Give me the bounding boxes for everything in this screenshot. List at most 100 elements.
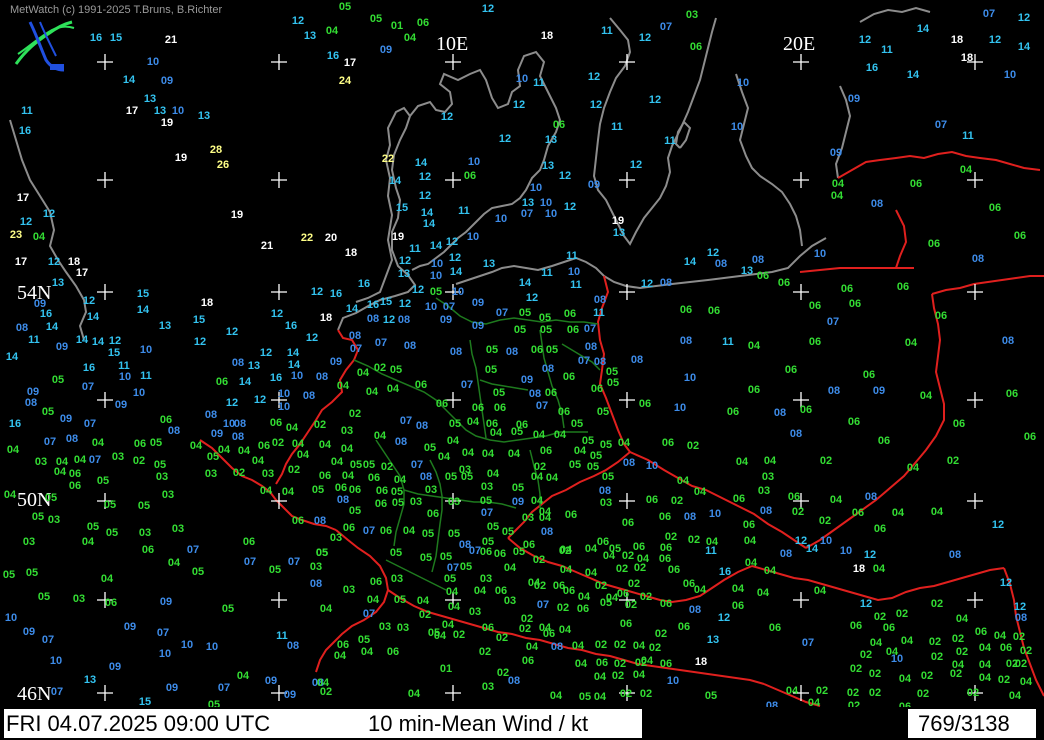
station-wind-value[interactable]: 02 (687, 440, 699, 452)
station-wind-value[interactable]: 05 (449, 418, 461, 430)
station-wind-value[interactable]: 04 (342, 470, 355, 482)
station-wind-value[interactable]: 07 (218, 682, 230, 694)
station-wind-value[interactable]: 08 (234, 418, 246, 430)
station-wind-value[interactable]: 17 (344, 57, 356, 69)
station-wind-value[interactable]: 10 (495, 213, 507, 225)
station-wind-value[interactable]: 12 (718, 612, 730, 624)
station-wind-value[interactable]: 14 (907, 69, 920, 81)
station-wind-value[interactable]: 02 (634, 562, 646, 574)
station-wind-value[interactable]: 06 (292, 515, 304, 527)
station-wind-value[interactable]: 12 (482, 3, 494, 15)
station-wind-value[interactable]: 06 (848, 416, 860, 428)
station-wind-value[interactable]: 10 (278, 388, 290, 400)
station-wind-value[interactable]: 04 (408, 688, 421, 700)
station-wind-value[interactable]: 02 (820, 455, 832, 467)
station-wind-value[interactable]: 06 (591, 383, 603, 395)
station-wind-value[interactable]: 03 (480, 573, 492, 585)
station-wind-value[interactable]: 06 (1000, 642, 1012, 654)
station-wind-value[interactable]: 06 (953, 418, 965, 430)
station-wind-value[interactable]: 13 (248, 360, 260, 372)
station-wind-value[interactable]: 02 (819, 515, 831, 527)
station-wind-value[interactable]: 11 (611, 121, 623, 133)
station-wind-value[interactable]: 06 (874, 523, 886, 535)
station-wind-value[interactable]: 04 (905, 337, 918, 349)
station-wind-value[interactable]: 03 (758, 485, 770, 497)
station-wind-value[interactable]: 06 (134, 438, 146, 450)
station-wind-value[interactable]: 09 (265, 675, 277, 687)
station-wind-value[interactable]: 16 (90, 32, 102, 44)
station-wind-value[interactable]: 02 (640, 688, 652, 700)
station-wind-value[interactable]: 12 (399, 255, 411, 267)
station-wind-value[interactable]: 04 (574, 445, 587, 457)
station-wind-value[interactable]: 02 (896, 608, 908, 620)
station-wind-value[interactable]: 23 (10, 229, 22, 241)
station-wind-value[interactable]: 05 (569, 459, 581, 471)
station-wind-value[interactable]: 10 (568, 266, 580, 278)
station-wind-value[interactable]: 04 (404, 32, 417, 44)
station-wind-value[interactable]: 02 (947, 455, 959, 467)
station-wind-value[interactable]: 06 (910, 178, 922, 190)
station-wind-value[interactable]: 05 (370, 13, 382, 25)
station-wind-value[interactable]: 06 (757, 270, 769, 282)
station-wind-value[interactable]: 04 (341, 443, 354, 455)
station-wind-value[interactable]: 04 (594, 671, 607, 683)
station-wind-value[interactable]: 11 (593, 307, 605, 319)
station-wind-value[interactable]: 05 (363, 459, 375, 471)
station-wind-value[interactable]: 03 (341, 425, 353, 437)
station-wind-value[interactable]: 06 (494, 402, 506, 414)
station-wind-value[interactable]: 19 (392, 231, 404, 243)
station-wind-value[interactable]: 12 (43, 208, 55, 220)
station-wind-value[interactable]: 11 (533, 77, 545, 89)
station-wind-value[interactable]: 06 (436, 398, 448, 410)
station-wind-value[interactable]: 09 (830, 147, 842, 159)
station-wind-value[interactable]: 02 (381, 461, 393, 473)
station-wind-value[interactable]: 11 (458, 205, 470, 217)
station-wind-value[interactable]: 05 (602, 471, 614, 483)
station-wind-value[interactable]: 19 (161, 117, 173, 129)
station-wind-value[interactable]: 05 (597, 406, 609, 418)
station-wind-value[interactable]: 04 (979, 659, 992, 671)
station-wind-value[interactable]: 04 (578, 591, 591, 603)
station-wind-value[interactable]: 05 (445, 471, 457, 483)
station-wind-value[interactable]: 08 (541, 526, 553, 538)
station-wind-value[interactable]: 06 (243, 536, 255, 548)
station-wind-value[interactable]: 01 (440, 663, 452, 675)
station-wind-value[interactable]: 05 (38, 591, 50, 603)
station-wind-value[interactable]: 09 (161, 75, 173, 87)
station-wind-value[interactable]: 04 (54, 466, 67, 478)
station-wind-value[interactable]: 13 (741, 265, 753, 277)
station-wind-value[interactable]: 06 (415, 379, 427, 391)
station-wind-value[interactable]: 04 (732, 583, 745, 595)
station-wind-value[interactable]: 04 (677, 475, 690, 487)
station-wind-value[interactable]: 03 (482, 681, 494, 693)
station-wind-value[interactable]: 06 (668, 564, 680, 576)
station-wind-value[interactable]: 02 (1013, 631, 1025, 643)
station-wind-value[interactable]: 05 (513, 546, 525, 558)
station-wind-value[interactable]: 04 (474, 585, 487, 597)
station-wind-value[interactable]: 12 (564, 201, 576, 213)
station-wind-value[interactable]: 07 (375, 337, 387, 349)
station-wind-value[interactable]: 04 (504, 562, 517, 574)
station-wind-value[interactable]: 14 (389, 175, 402, 187)
station-wind-value[interactable]: 03 (481, 481, 493, 493)
station-wind-value[interactable]: 17 (17, 192, 29, 204)
station-wind-value[interactable]: 08 (349, 330, 361, 342)
station-wind-value[interactable]: 06 (270, 417, 282, 429)
station-wind-value[interactable]: 04 (832, 178, 845, 190)
station-wind-value[interactable]: 12 (399, 298, 411, 310)
station-wind-value[interactable]: 06 (769, 622, 781, 634)
station-wind-value[interactable]: 03 (522, 512, 534, 524)
station-wind-value[interactable]: 07 (411, 459, 423, 471)
station-wind-value[interactable]: 08 (506, 346, 518, 358)
station-wind-value[interactable]: 05 (87, 521, 99, 533)
station-wind-value[interactable]: 02 (640, 591, 652, 603)
station-wind-value[interactable]: 28 (210, 144, 222, 156)
station-wind-value[interactable]: 06 (540, 445, 552, 457)
station-wind-value[interactable]: 10 (452, 286, 464, 298)
station-wind-value[interactable]: 06 (380, 525, 392, 537)
station-wind-value[interactable]: 10 (684, 372, 696, 384)
station-wind-value[interactable]: 08 (774, 407, 786, 419)
station-wind-value[interactable]: 09 (521, 374, 533, 386)
station-wind-value[interactable]: 06 (800, 404, 812, 416)
station-wind-value[interactable]: 02 (931, 651, 943, 663)
